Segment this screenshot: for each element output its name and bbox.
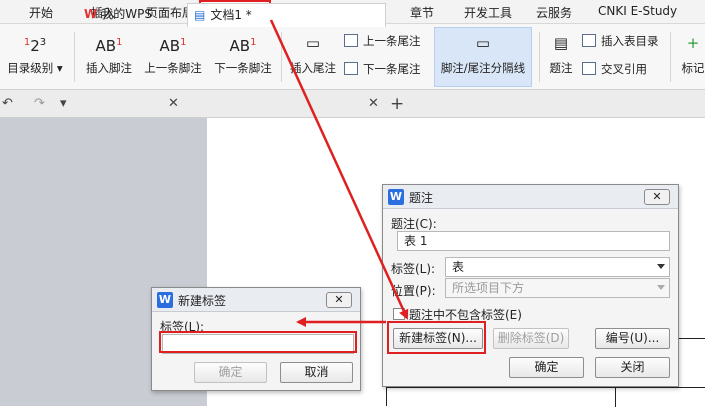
- undo-icon[interactable]: ↶: [2, 96, 13, 111]
- caption-dialog-title: 题注: [409, 191, 434, 205]
- label-select[interactable]: 表: [445, 257, 670, 277]
- new-label-dialog-titlebar: W 新建标签 ✕: [152, 288, 360, 312]
- prev-footnote-icon: AB1: [159, 37, 187, 55]
- cross-reference-button[interactable]: 交叉引用: [582, 61, 647, 77]
- tab-my-wps-label: 我的WPS: [101, 7, 152, 21]
- ribbon-divider: [74, 32, 75, 82]
- endnote-icon: ▭: [305, 34, 321, 52]
- position-select-value: 所选项目下方: [452, 281, 525, 295]
- table-toc-icon: [582, 34, 596, 47]
- toc-level-label: 目录级别: [7, 61, 54, 75]
- caption-dialog-titlebar: W 题注 ✕: [383, 185, 678, 209]
- separator-icon: ▭: [475, 34, 491, 52]
- mark-label: 标记: [681, 61, 705, 75]
- close-button[interactable]: 关闭: [595, 357, 670, 378]
- annotation-box-new-label-input: [159, 331, 357, 353]
- cancel-button[interactable]: 取消: [280, 362, 353, 383]
- ok-button: 确定: [194, 362, 267, 383]
- position-select: 所选项目下方: [445, 278, 670, 298]
- close-tab-icon[interactable]: ✕: [168, 96, 179, 111]
- wps-app-icon: W: [157, 292, 173, 308]
- toc-level-icon: 123: [23, 37, 47, 55]
- tab-document-label: 文档1 *: [210, 8, 252, 22]
- document-icon: ▤: [194, 8, 206, 22]
- menu-chapter[interactable]: 章节: [410, 4, 434, 21]
- menu-home[interactable]: 开始: [29, 4, 53, 21]
- separator-label: 脚注/尾注分隔线: [440, 61, 526, 75]
- customize-dropdown-icon[interactable]: ▾: [60, 96, 67, 111]
- ribbon-divider: [281, 32, 282, 82]
- caption-text-label: 题注(C):: [391, 217, 437, 231]
- next-endnote-button[interactable]: 下一条尾注: [344, 61, 421, 77]
- caption-text-field[interactable]: 表 1: [397, 231, 670, 251]
- caption-label: 题注: [549, 61, 573, 75]
- ribbon-divider: [670, 32, 671, 82]
- prev-endnote-icon: [344, 34, 358, 47]
- label-select-label: 标签(L):: [391, 262, 436, 276]
- caption-dialog: W 题注 ✕ 题注(C): 表 1 标签(L): 表 位置(P): 所选项目下方…: [382, 184, 679, 387]
- caption-icon: ▤: [553, 34, 569, 52]
- next-endnote-label: 下一条尾注: [363, 62, 421, 76]
- chevron-down-icon: [657, 285, 665, 290]
- menu-developer[interactable]: 开发工具: [464, 4, 512, 21]
- next-footnote-label: 下一条脚注: [214, 61, 272, 75]
- insert-endnote-label: 插入尾注: [290, 61, 336, 75]
- annotation-box-new-label-button: [387, 321, 486, 354]
- ribbon-divider: [539, 32, 540, 82]
- tab-document[interactable]: ▤ 文档1 *: [187, 3, 386, 27]
- cross-reference-label: 交叉引用: [601, 62, 647, 76]
- wps-app-icon: W: [388, 189, 404, 205]
- tab-my-wps[interactable]: W 我的WPS: [80, 3, 184, 27]
- table-row-line: [387, 387, 705, 388]
- close-tab-icon[interactable]: ✕: [368, 96, 379, 111]
- close-icon[interactable]: ✕: [326, 292, 352, 308]
- mark-plus-icon: +: [686, 34, 700, 52]
- prev-endnote-label: 上一条尾注: [363, 34, 421, 48]
- new-tab-icon[interactable]: +: [390, 94, 404, 114]
- next-endnote-icon: [344, 62, 358, 75]
- mark-button[interactable]: + 标记: [676, 30, 705, 76]
- caption-button[interactable]: ▤ 题注: [544, 30, 578, 76]
- cross-reference-icon: [582, 62, 596, 75]
- menu-cloud[interactable]: 云服务: [536, 4, 572, 21]
- chevron-down-icon: [657, 264, 665, 269]
- document-tab-bar: [0, 90, 705, 118]
- prev-footnote-label: 上一条脚注: [144, 61, 202, 75]
- exclude-label-checkbox[interactable]: [393, 308, 405, 320]
- toc-level-button[interactable]: 123 目录级别 ▾: [4, 30, 66, 76]
- menu-cnki[interactable]: CNKI E-Study: [598, 4, 677, 18]
- wps-logo-icon: W: [84, 7, 98, 21]
- insert-endnote-button[interactable]: ▭ 插入尾注: [286, 30, 340, 76]
- prev-footnote-button[interactable]: AB1 上一条脚注: [142, 30, 204, 76]
- insert-footnote-button[interactable]: AB1 插入脚注: [82, 30, 136, 76]
- new-label-dialog-title: 新建标签: [178, 294, 227, 308]
- insert-table-toc-button[interactable]: 插入表目录: [582, 33, 659, 49]
- next-footnote-button[interactable]: AB1 下一条脚注: [211, 30, 275, 76]
- insert-table-toc-label: 插入表目录: [601, 34, 659, 48]
- numbering-button[interactable]: 编号(U)...: [595, 328, 670, 349]
- label-select-value: 表: [452, 260, 465, 274]
- ok-button[interactable]: 确定: [509, 357, 584, 378]
- footnote-separator-button[interactable]: ▭ 脚注/尾注分隔线: [436, 30, 530, 76]
- redo-icon[interactable]: ↷: [34, 96, 45, 111]
- position-select-label: 位置(P):: [391, 284, 436, 298]
- prev-endnote-button[interactable]: 上一条尾注: [344, 33, 421, 49]
- insert-footnote-label: 插入脚注: [86, 61, 132, 75]
- close-icon[interactable]: ✕: [644, 189, 670, 205]
- footnote-icon: AB1: [95, 37, 123, 55]
- delete-label-button: 删除标签(D): [493, 328, 569, 349]
- next-footnote-icon: AB1: [229, 37, 257, 55]
